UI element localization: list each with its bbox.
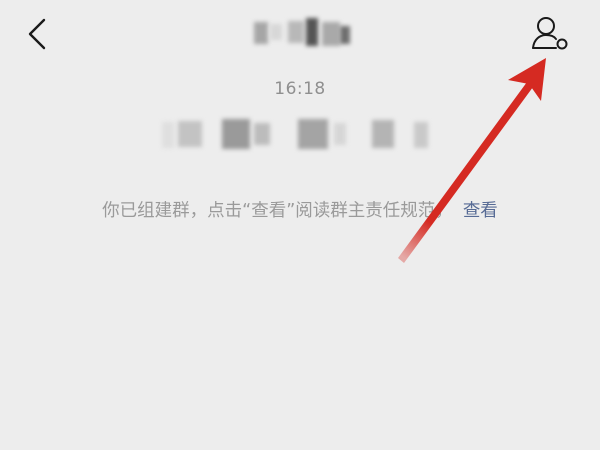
annotation-red-arrow [398, 58, 546, 263]
group-title-obscured [248, 14, 358, 50]
group-info-button[interactable] [528, 14, 572, 54]
group-members-obscured [160, 114, 445, 156]
user-settings-icon [532, 17, 568, 50]
back-button[interactable] [22, 12, 58, 56]
arrow-shaft [398, 82, 533, 263]
message-timestamp: 16:18 [274, 79, 326, 99]
chevron-left-icon [28, 18, 46, 50]
top-navigation-bar [0, 0, 600, 66]
group-created-notice: 你已组建群，点击“查看”阅读群主责任规范， 查看 [0, 197, 600, 222]
view-rules-link[interactable]: 查看 [463, 201, 498, 221]
notice-text: 你已组建群，点击“查看”阅读群主责任规范， [102, 201, 453, 221]
